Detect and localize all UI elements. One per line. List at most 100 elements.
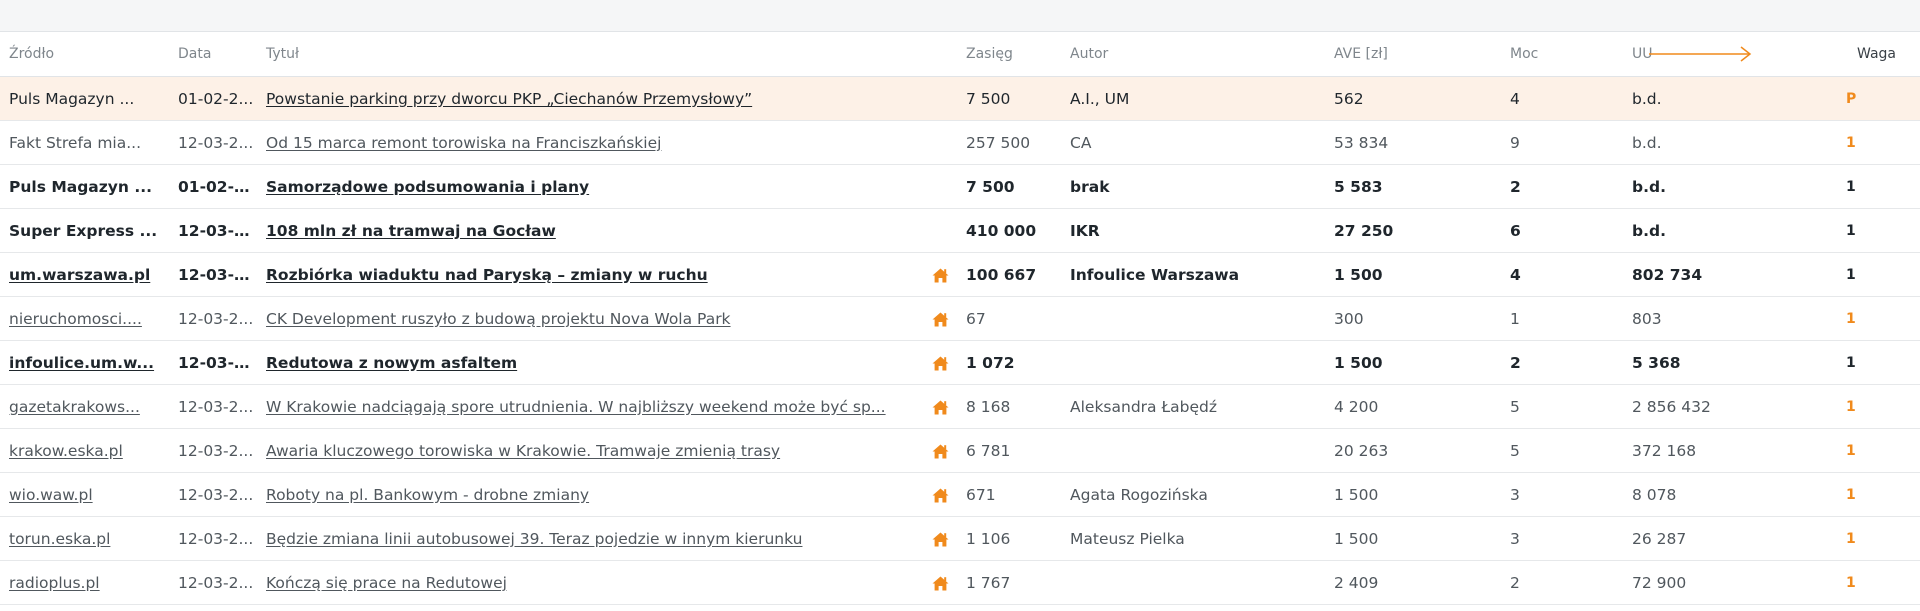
cell-waga-text[interactable]: 1	[1846, 399, 1856, 415]
column-header-title[interactable]: Tytuł	[257, 32, 925, 77]
cell-waga[interactable]: 1	[1844, 340, 1920, 385]
column-header-uu[interactable]: UU	[1623, 32, 1844, 77]
table-row[interactable]: infoulice.um.w... 12-03-2... Redutowa z no…	[0, 340, 1920, 385]
column-header-moc[interactable]: Moc	[1501, 32, 1623, 77]
cell-moc: 5	[1501, 384, 1623, 429]
table-row[interactable]: Puls Magazyn ... 01-02-2... Samorządowe po…	[0, 164, 1920, 209]
cell-ave: 5 583	[1325, 164, 1501, 209]
cell-title-link[interactable]: Samorządowe podsumowania i plany	[257, 164, 925, 209]
cell-source-text[interactable]: um.warszawa.pl	[9, 266, 150, 284]
cell-date: 12-03-2...	[169, 516, 257, 561]
cell-waga-text[interactable]: 1	[1846, 355, 1856, 371]
cell-title-link-text[interactable]: CK Development ruszyło z budową projektu…	[266, 310, 731, 328]
cell-source[interactable]: um.warszawa.pl	[0, 252, 169, 297]
cell-waga[interactable]: 1	[1844, 208, 1920, 253]
cell-waga[interactable]: 1	[1844, 252, 1920, 297]
cell-ave: 20 263	[1325, 428, 1501, 473]
cell-title-link-text[interactable]: Redutowa z nowym asfaltem	[266, 354, 517, 372]
table-row[interactable]: um.warszawa.pl 12-03-2... Rozbiórka wiaduk…	[0, 252, 1920, 297]
table-row[interactable]: nieruchomosci.... 12-03-2... CK Developmen…	[0, 296, 1920, 341]
cell-waga[interactable]: P	[1844, 76, 1920, 121]
cell-waga[interactable]: 1	[1844, 516, 1920, 561]
cell-title-link[interactable]: Redutowa z nowym asfaltem	[257, 340, 925, 385]
cell-reach: 6 781	[957, 428, 1061, 473]
cell-reach: 410 000	[957, 208, 1061, 253]
table-row[interactable]: Super Express ... 12-03-2... 108 mln zł na…	[0, 208, 1920, 253]
cell-title-link-text[interactable]: Od 15 marca remont torowiska na Francisz…	[266, 134, 661, 152]
cell-title-link[interactable]: Będzie zmiana linii autobusowej 39. Tera…	[257, 516, 925, 561]
cell-home	[925, 252, 957, 297]
cell-title-link[interactable]: Powstanie parking przy dworcu PKP „Ciech…	[257, 76, 925, 121]
cell-title-link[interactable]: Od 15 marca remont torowiska na Francisz…	[257, 120, 925, 165]
cell-date: 12-03-2...	[169, 340, 257, 385]
cell-waga-text[interactable]: 1	[1846, 575, 1856, 591]
column-header-reach[interactable]: Zasięg	[957, 32, 1061, 77]
cell-source: Puls Magazyn ...	[0, 76, 169, 121]
table-row[interactable]: Fakt Strefa mia... 12-03-2... Od 15 marca …	[0, 120, 1920, 165]
cell-title-link[interactable]: 108 mln zł na tramwaj na Gocław	[257, 208, 925, 253]
column-header-source[interactable]: Źródło	[0, 32, 169, 77]
cell-title-link[interactable]: Awaria kluczowego torowiska w Krakowie. …	[257, 428, 925, 473]
column-header-author[interactable]: Autor	[1061, 32, 1325, 77]
cell-title-link-text[interactable]: W Krakowie nadciągają spore utrudnienia.…	[266, 398, 886, 416]
cell-waga-text[interactable]: 1	[1846, 311, 1856, 327]
cell-source-text[interactable]: infoulice.um.w...	[9, 354, 154, 372]
home-icon	[932, 574, 949, 592]
cell-waga-text[interactable]: 1	[1846, 135, 1856, 151]
cell-source[interactable]: nieruchomosci....	[0, 296, 169, 341]
cell-title-link[interactable]: CK Development ruszyło z budową projektu…	[257, 296, 925, 341]
cell-source-text[interactable]: krakow.eska.pl	[9, 442, 123, 460]
cell-source-text[interactable]: radioplus.pl	[9, 574, 100, 592]
cell-title-link-text[interactable]: 108 mln zł na tramwaj na Gocław	[266, 222, 556, 240]
cell-title-link-text[interactable]: Będzie zmiana linii autobusowej 39. Tera…	[266, 530, 802, 548]
cell-source[interactable]: gazetakrakows...	[0, 384, 169, 429]
cell-source[interactable]: torun.eska.pl	[0, 516, 169, 561]
home-icon	[932, 398, 949, 416]
cell-title-link[interactable]: Roboty na pl. Bankowym - drobne zmiany	[257, 472, 925, 517]
cell-waga[interactable]: 1	[1844, 384, 1920, 429]
cell-title-link[interactable]: Kończą się prace na Redutowej	[257, 560, 925, 605]
cell-home	[925, 560, 957, 605]
cell-title-link-text[interactable]: Samorządowe podsumowania i plany	[266, 178, 589, 196]
cell-waga[interactable]: 1	[1844, 164, 1920, 209]
articles-table: Źródło Data Tytuł Zasięg Autor AVE [zł] …	[0, 32, 1920, 605]
cell-waga-text[interactable]: 1	[1846, 487, 1856, 503]
cell-source[interactable]: krakow.eska.pl	[0, 428, 169, 473]
cell-waga[interactable]: 1	[1844, 296, 1920, 341]
table-row[interactable]: Puls Magazyn ... 01-02-2... Powstanie park…	[0, 76, 1920, 121]
cell-source-text[interactable]: torun.eska.pl	[9, 530, 110, 548]
cell-source[interactable]: wio.waw.pl	[0, 472, 169, 517]
cell-title-link-text[interactable]: Powstanie parking przy dworcu PKP „Ciech…	[266, 90, 752, 108]
column-header-date[interactable]: Data	[169, 32, 257, 77]
cell-reach: 7 500	[957, 164, 1061, 209]
column-header-ave[interactable]: AVE [zł]	[1325, 32, 1501, 77]
cell-author	[1061, 428, 1325, 473]
cell-source[interactable]: radioplus.pl	[0, 560, 169, 605]
table-row[interactable]: radioplus.pl 12-03-2... Kończą się prace n…	[0, 560, 1920, 605]
cell-waga-text[interactable]: 1	[1846, 179, 1856, 195]
column-header-waga[interactable]: Waga	[1844, 32, 1920, 77]
cell-waga[interactable]: 1	[1844, 428, 1920, 473]
table-row[interactable]: gazetakrakows... 12-03-2... W Krakowie nad…	[0, 384, 1920, 429]
cell-title-link-text[interactable]: Roboty na pl. Bankowym - drobne zmiany	[266, 486, 589, 504]
cell-title-link-text[interactable]: Awaria kluczowego torowiska w Krakowie. …	[266, 442, 780, 460]
cell-waga[interactable]: 1	[1844, 120, 1920, 165]
cell-waga-text[interactable]: P	[1846, 91, 1856, 107]
table-row[interactable]: wio.waw.pl 12-03-2... Roboty na pl. Bankow…	[0, 472, 1920, 517]
cell-waga-text[interactable]: 1	[1846, 443, 1856, 459]
table-row[interactable]: torun.eska.pl 12-03-2... Będzie zmiana lin…	[0, 516, 1920, 561]
table-row[interactable]: krakow.eska.pl 12-03-2... Awaria kluczoweg…	[0, 428, 1920, 473]
cell-waga-text[interactable]: 1	[1846, 267, 1856, 283]
cell-waga[interactable]: 1	[1844, 472, 1920, 517]
cell-waga-text[interactable]: 1	[1846, 531, 1856, 547]
cell-waga-text[interactable]: 1	[1846, 223, 1856, 239]
cell-source-text[interactable]: gazetakrakows...	[9, 398, 140, 416]
cell-source-text[interactable]: nieruchomosci....	[9, 310, 142, 328]
cell-source[interactable]: infoulice.um.w...	[0, 340, 169, 385]
cell-title-link[interactable]: Rozbiórka wiaduktu nad Paryską – zmiany …	[257, 252, 925, 297]
cell-title-link[interactable]: W Krakowie nadciągają spore utrudnienia.…	[257, 384, 925, 429]
cell-source-text[interactable]: wio.waw.pl	[9, 486, 93, 504]
cell-waga[interactable]: 1	[1844, 560, 1920, 605]
cell-title-link-text[interactable]: Kończą się prace na Redutowej	[266, 574, 507, 592]
cell-title-link-text[interactable]: Rozbiórka wiaduktu nad Paryską – zmiany …	[266, 266, 708, 284]
